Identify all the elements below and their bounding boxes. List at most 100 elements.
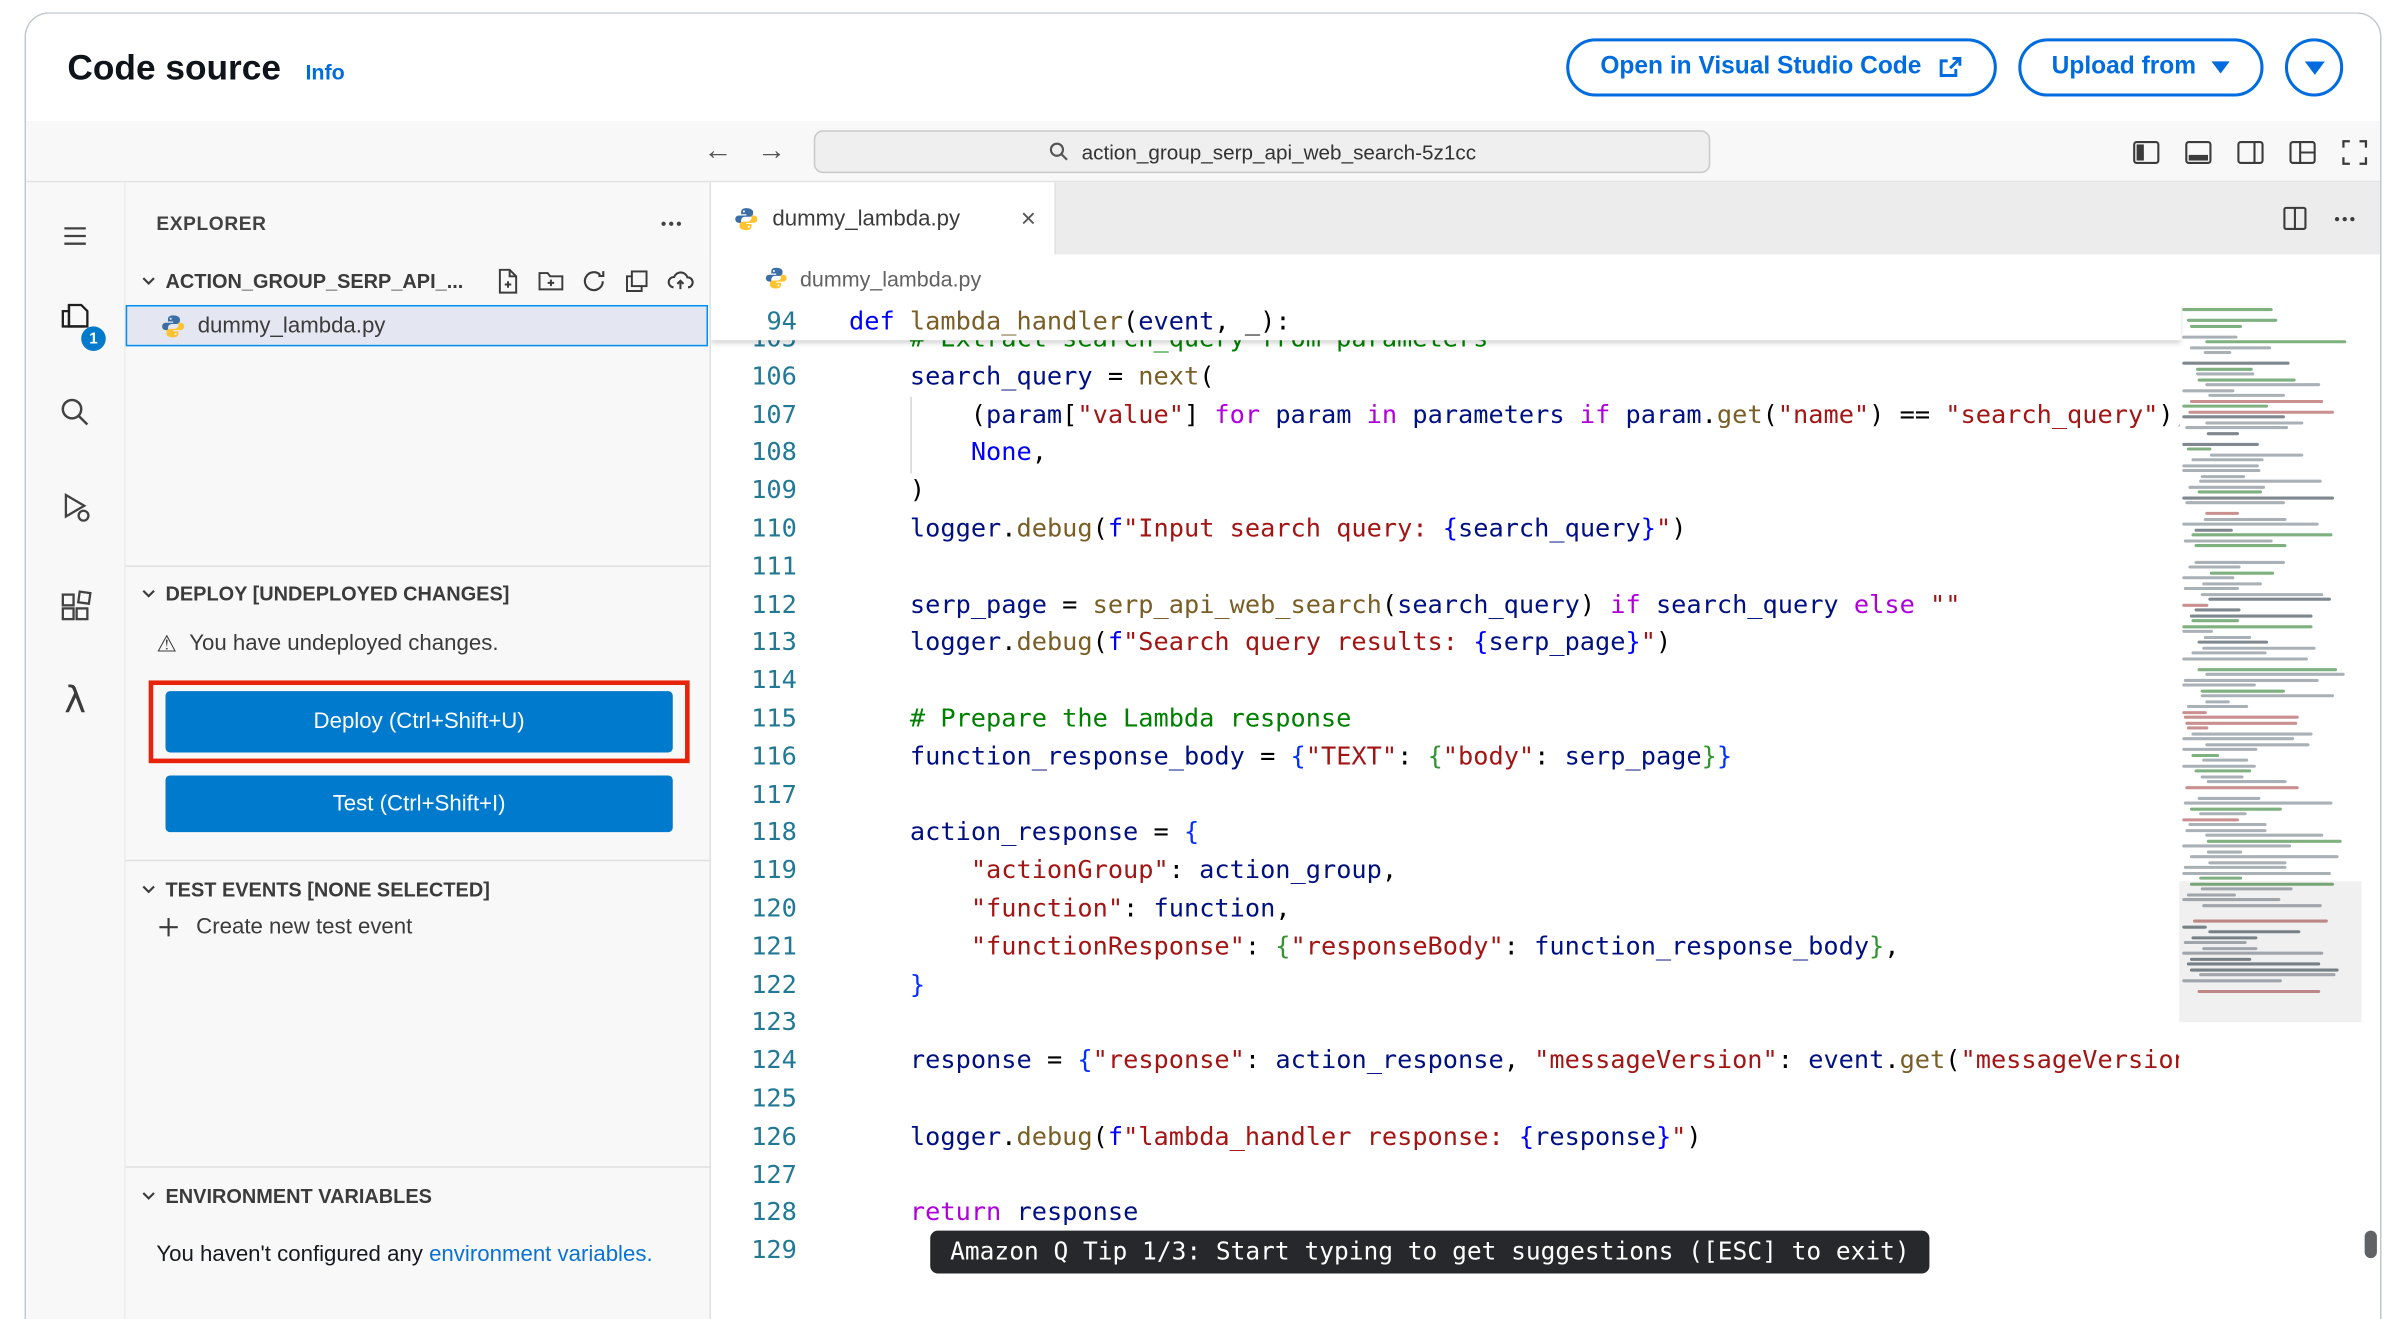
back-icon[interactable]: ← xyxy=(703,135,732,169)
deploy-section-header[interactable]: DEPLOY [UNDEPLOYED CHANGES] xyxy=(138,572,694,615)
explorer-more-actions-icon[interactable] xyxy=(657,210,685,238)
minimap-line xyxy=(2189,855,2340,859)
minimap[interactable] xyxy=(2179,301,2362,1319)
code-text: search_query = next( xyxy=(909,361,1215,391)
tab-bar: dummy_lambda.py × xyxy=(711,182,2380,255)
fullscreen-icon[interactable] xyxy=(2339,136,2371,168)
explorer-icon[interactable]: 1 xyxy=(26,287,124,351)
minimap-line xyxy=(2199,876,2242,880)
code-line[interactable]: 116 function_response_body = {"TEXT": {"… xyxy=(711,738,2181,776)
code-line[interactable]: 119 "actionGroup": action_group, xyxy=(711,852,2181,890)
file-item-dummy-lambda[interactable]: dummy_lambda.py xyxy=(125,304,709,347)
code-text: "function": function, xyxy=(970,893,1291,923)
open-vscode-button[interactable]: Open in Visual Studio Code xyxy=(1566,38,1997,97)
deploy-section-label: DEPLOY [UNDEPLOYED CHANGES] xyxy=(165,581,510,605)
minimap-line xyxy=(2182,710,2207,714)
test-button[interactable]: Test (Ctrl+Shift+I) xyxy=(165,775,673,833)
line-number: 112 xyxy=(751,589,797,619)
code-line[interactable]: 122 } xyxy=(711,966,2181,1004)
run-debug-icon[interactable] xyxy=(26,477,124,538)
caret-down-icon xyxy=(2304,60,2325,75)
code-line[interactable]: 124 response = {"response": action_respo… xyxy=(711,1042,2181,1080)
editor-body[interactable]: 105 # Extract search_query from paramete… xyxy=(711,301,2380,1319)
upload-cloud-icon[interactable] xyxy=(667,267,695,295)
minimap-line xyxy=(2182,844,2291,848)
code-line[interactable]: 114 xyxy=(711,662,2181,700)
breadcrumb[interactable]: dummy_lambda.py xyxy=(711,254,2380,302)
aws-toolkit-lambda-icon[interactable]: λ xyxy=(26,670,124,731)
code-line[interactable]: 118 action_response = { xyxy=(711,814,2181,852)
editor-more-actions-icon[interactable] xyxy=(2331,205,2359,233)
code-line[interactable]: 120 "function": function, xyxy=(711,890,2181,928)
toggle-panel-icon[interactable] xyxy=(2182,136,2214,168)
code-line[interactable]: 123 xyxy=(711,1004,2181,1042)
refresh-icon[interactable] xyxy=(581,267,607,295)
code-source-card: Code source Info Open in Visual Studio C… xyxy=(24,12,2382,1319)
minimap-line xyxy=(2185,721,2298,725)
code-line[interactable]: 110 logger.debug(f"Input search query: {… xyxy=(711,510,2181,548)
code-line[interactable]: 121 "functionResponse": {"responseBody":… xyxy=(711,928,2181,966)
minimap-line xyxy=(2204,420,2304,424)
tab-dummy-lambda[interactable]: dummy_lambda.py × xyxy=(711,182,1056,255)
code-line[interactable]: 112 serp_page = serp_api_web_search(sear… xyxy=(711,586,2181,624)
minimap-line xyxy=(2196,372,2254,376)
upload-from-button[interactable]: Upload from xyxy=(2017,38,2264,97)
split-editor-icon[interactable] xyxy=(2280,204,2309,233)
menu-icon[interactable] xyxy=(26,205,124,266)
minimap-line xyxy=(2182,361,2290,365)
explorer-badge: 1 xyxy=(81,326,106,351)
minimap-line xyxy=(2182,747,2258,751)
code-line[interactable]: 115 # Prepare the Lambda response xyxy=(711,700,2181,738)
extensions-icon[interactable] xyxy=(26,576,124,637)
chevron-down-icon xyxy=(138,1185,159,1206)
vscode-titlebar: ← → action_group_serp_api_web_search-5z1… xyxy=(26,121,2380,183)
code-line[interactable]: 128 return response xyxy=(711,1194,2181,1232)
create-test-event[interactable]: Create new test event xyxy=(156,915,412,939)
minimap-line xyxy=(2206,839,2342,843)
env-section-header[interactable]: ENVIRONMENT VARIABLES xyxy=(138,1174,694,1217)
close-tab-icon[interactable]: × xyxy=(1021,205,1036,231)
deploy-button[interactable]: Deploy (Ctrl+Shift+U) xyxy=(165,691,673,753)
minimap-line xyxy=(2206,780,2287,784)
code-line[interactable]: 111 xyxy=(711,548,2181,586)
command-center-search[interactable]: action_group_serp_api_web_search-5z1cc xyxy=(813,130,1711,174)
project-section-header[interactable]: ACTION_GROUP_SERP_API_... xyxy=(138,259,694,302)
env-variables-link[interactable]: environment variables. xyxy=(429,1243,653,1268)
file-item-label: dummy_lambda.py xyxy=(197,313,386,338)
code-text: logger.debug(f"Input search query: {sear… xyxy=(909,513,1687,543)
sticky-scroll-line: 94 def lambda_handler(event, _): xyxy=(711,301,2181,341)
code-line[interactable]: 117 xyxy=(711,776,2181,814)
undeployed-warning-text: You have undeployed changes. xyxy=(189,631,499,656)
code-line[interactable]: 106 search_query = next( xyxy=(711,358,2181,396)
new-file-icon[interactable] xyxy=(495,267,521,295)
minimap-line xyxy=(2205,340,2346,344)
test-events-section-header[interactable]: TEST EVENTS [NONE SELECTED] xyxy=(138,867,694,910)
code-line[interactable]: 113 logger.debug(f"Search query results:… xyxy=(711,624,2181,662)
code-line[interactable]: 94 def lambda_handler(event, _): xyxy=(711,302,2181,340)
code-text: function_response_body = {"TEXT": {"body… xyxy=(909,741,1733,771)
line-number: 117 xyxy=(751,779,797,809)
minimap-line xyxy=(2183,678,2320,682)
minimap-line xyxy=(2207,849,2242,853)
code-line[interactable]: 125 xyxy=(711,1080,2181,1118)
code-line[interactable]: 127 xyxy=(711,1156,2181,1194)
code-line[interactable]: 126 logger.debug(f"lambda_handler respon… xyxy=(711,1118,2181,1156)
python-icon xyxy=(765,267,787,289)
minimap-line xyxy=(2204,833,2323,837)
toggle-secondary-sidebar-icon[interactable] xyxy=(2234,136,2266,168)
toggle-primary-sidebar-icon[interactable] xyxy=(2130,136,2162,168)
code-line[interactable]: 109 ) xyxy=(711,472,2181,510)
code-line[interactable]: 108 None, xyxy=(711,434,2181,472)
collapse-all-icon[interactable] xyxy=(624,267,650,295)
info-link[interactable]: Info xyxy=(305,59,344,84)
customize-layout-icon[interactable] xyxy=(2286,136,2318,168)
more-actions-button[interactable] xyxy=(2284,38,2344,97)
new-folder-icon[interactable] xyxy=(538,267,564,295)
code-line[interactable]: 107 (param["value"] for param in paramet… xyxy=(711,396,2181,434)
editor-scrollbar[interactable] xyxy=(2362,302,2380,1319)
minimap-slider[interactable] xyxy=(2179,881,2362,1023)
search-icon[interactable] xyxy=(26,382,124,443)
minimap-line xyxy=(2199,812,2247,816)
code-text: None, xyxy=(970,437,1047,467)
forward-icon[interactable]: → xyxy=(757,135,786,169)
